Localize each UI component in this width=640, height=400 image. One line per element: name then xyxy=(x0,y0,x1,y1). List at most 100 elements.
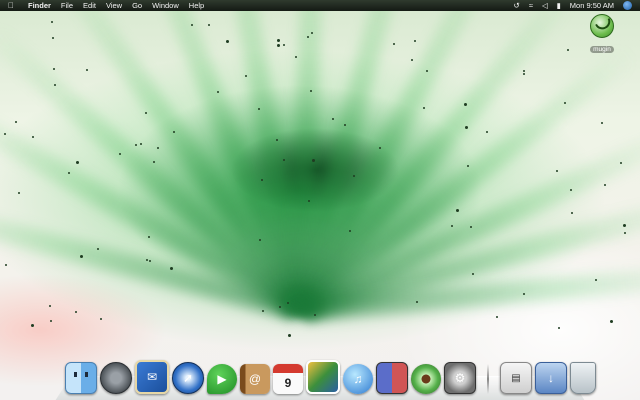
volume-icon[interactable]: ◁ xyxy=(542,0,548,11)
star-dot xyxy=(15,121,17,123)
menu-app-name[interactable]: Finder xyxy=(28,0,51,11)
menu-go[interactable]: Go xyxy=(132,0,142,11)
star-dot xyxy=(100,318,102,320)
hard-drive-icon xyxy=(590,14,614,38)
menu-file[interactable]: File xyxy=(61,0,73,11)
menu-clock[interactable]: Mon 9:50 AM xyxy=(570,0,614,11)
star-dot xyxy=(604,184,606,186)
spotlight-icon[interactable] xyxy=(623,1,632,10)
star-dot xyxy=(564,102,566,104)
star-dot xyxy=(191,24,193,26)
star-dot xyxy=(54,84,56,86)
star-dot xyxy=(277,44,280,47)
star-dot xyxy=(283,159,285,161)
desktop-icon-drive[interactable]: mugin xyxy=(585,14,619,56)
ical-icon[interactable]: 9 xyxy=(273,364,303,394)
apple-menu-icon[interactable]:  xyxy=(6,0,16,11)
star-dot xyxy=(411,59,413,61)
star-dot xyxy=(620,162,622,164)
star-dot xyxy=(146,259,148,261)
star-dot xyxy=(571,212,573,214)
star-dot xyxy=(467,165,469,167)
battery-icon[interactable]: ▮ xyxy=(557,0,561,11)
star-dot xyxy=(496,316,498,318)
star-dot xyxy=(472,273,474,275)
star-dot xyxy=(149,260,151,262)
spaces-icon[interactable] xyxy=(376,362,408,394)
star-dot xyxy=(76,161,79,164)
star-dot xyxy=(53,68,55,70)
star-dot xyxy=(311,32,313,34)
itunes-icon[interactable]: ♫ xyxy=(343,364,373,394)
star-dot xyxy=(332,118,334,120)
star-dot xyxy=(283,44,285,46)
star-dot xyxy=(567,49,569,51)
dock: ✉ ➚ ▶ @ 9 ♫ ⚙ ▤ ↓ xyxy=(55,358,596,400)
star-dot xyxy=(523,73,525,75)
iphoto-icon[interactable] xyxy=(306,360,340,394)
star-dot xyxy=(148,236,150,238)
system-preferences-icon[interactable]: ⚙ xyxy=(444,362,476,394)
star-dot xyxy=(470,226,472,228)
star-dot xyxy=(4,133,6,135)
star-dot xyxy=(379,147,381,149)
ichat-icon[interactable]: ▶ xyxy=(207,364,237,394)
menu-view[interactable]: View xyxy=(106,0,122,11)
star-dot xyxy=(119,153,121,155)
wifi-icon[interactable]: ≈ xyxy=(529,0,533,11)
star-dot xyxy=(226,40,229,43)
address-book-icon[interactable]: @ xyxy=(240,364,270,394)
star-dot xyxy=(349,230,351,232)
safari-icon[interactable]: ➚ xyxy=(172,362,204,394)
star-dot xyxy=(52,37,54,39)
time-machine-dock-icon[interactable] xyxy=(411,364,441,394)
star-dot xyxy=(601,122,603,124)
star-dot xyxy=(595,279,597,281)
star-dot xyxy=(523,70,525,72)
time-machine-icon[interactable]: ↺ xyxy=(513,0,519,11)
menu-help[interactable]: Help xyxy=(189,0,204,11)
star-dot xyxy=(451,225,453,227)
star-dot xyxy=(623,224,626,227)
star-dot xyxy=(32,136,34,138)
star-dot xyxy=(5,264,7,266)
menu-bar:  Finder File Edit View Go Window Help ↺… xyxy=(0,0,640,11)
star-dot xyxy=(145,112,147,114)
star-dot xyxy=(277,39,280,42)
dock-items: ✉ ➚ ▶ @ 9 ♫ ⚙ ▤ ↓ xyxy=(65,360,596,394)
star-dot xyxy=(173,131,175,133)
star-dot xyxy=(344,124,346,126)
downloads-stack-icon[interactable]: ↓ xyxy=(535,362,567,394)
star-dot xyxy=(208,24,210,26)
desktop[interactable]:  Finder File Edit View Go Window Help ↺… xyxy=(0,0,640,400)
star-dot xyxy=(353,175,355,177)
star-dot xyxy=(465,126,468,129)
star-dot xyxy=(262,310,264,312)
menu-edit[interactable]: Edit xyxy=(83,0,96,11)
star-dot xyxy=(80,255,83,258)
star-dot xyxy=(86,69,88,71)
star-dot xyxy=(50,320,52,322)
star-dot xyxy=(245,75,247,77)
dashboard-icon[interactable] xyxy=(100,362,132,394)
star-dot xyxy=(295,56,297,58)
menu-window[interactable]: Window xyxy=(152,0,179,11)
star-dot xyxy=(157,147,159,149)
star-dot xyxy=(416,301,418,303)
star-dot xyxy=(414,40,416,42)
star-dot xyxy=(68,172,70,174)
finder-icon[interactable] xyxy=(65,362,97,394)
star-dot xyxy=(287,302,289,304)
mail-icon[interactable]: ✉ xyxy=(135,360,169,394)
star-dot xyxy=(135,144,137,146)
star-dot xyxy=(75,311,77,313)
star-dot xyxy=(307,36,309,38)
star-dot xyxy=(314,314,316,316)
star-dot xyxy=(288,334,291,337)
star-dot xyxy=(279,306,281,308)
documents-stack-icon[interactable]: ▤ xyxy=(500,362,532,394)
star-dot xyxy=(170,267,173,270)
trash-icon[interactable] xyxy=(570,362,596,394)
star-dot xyxy=(558,327,560,329)
star-dot xyxy=(610,320,613,323)
